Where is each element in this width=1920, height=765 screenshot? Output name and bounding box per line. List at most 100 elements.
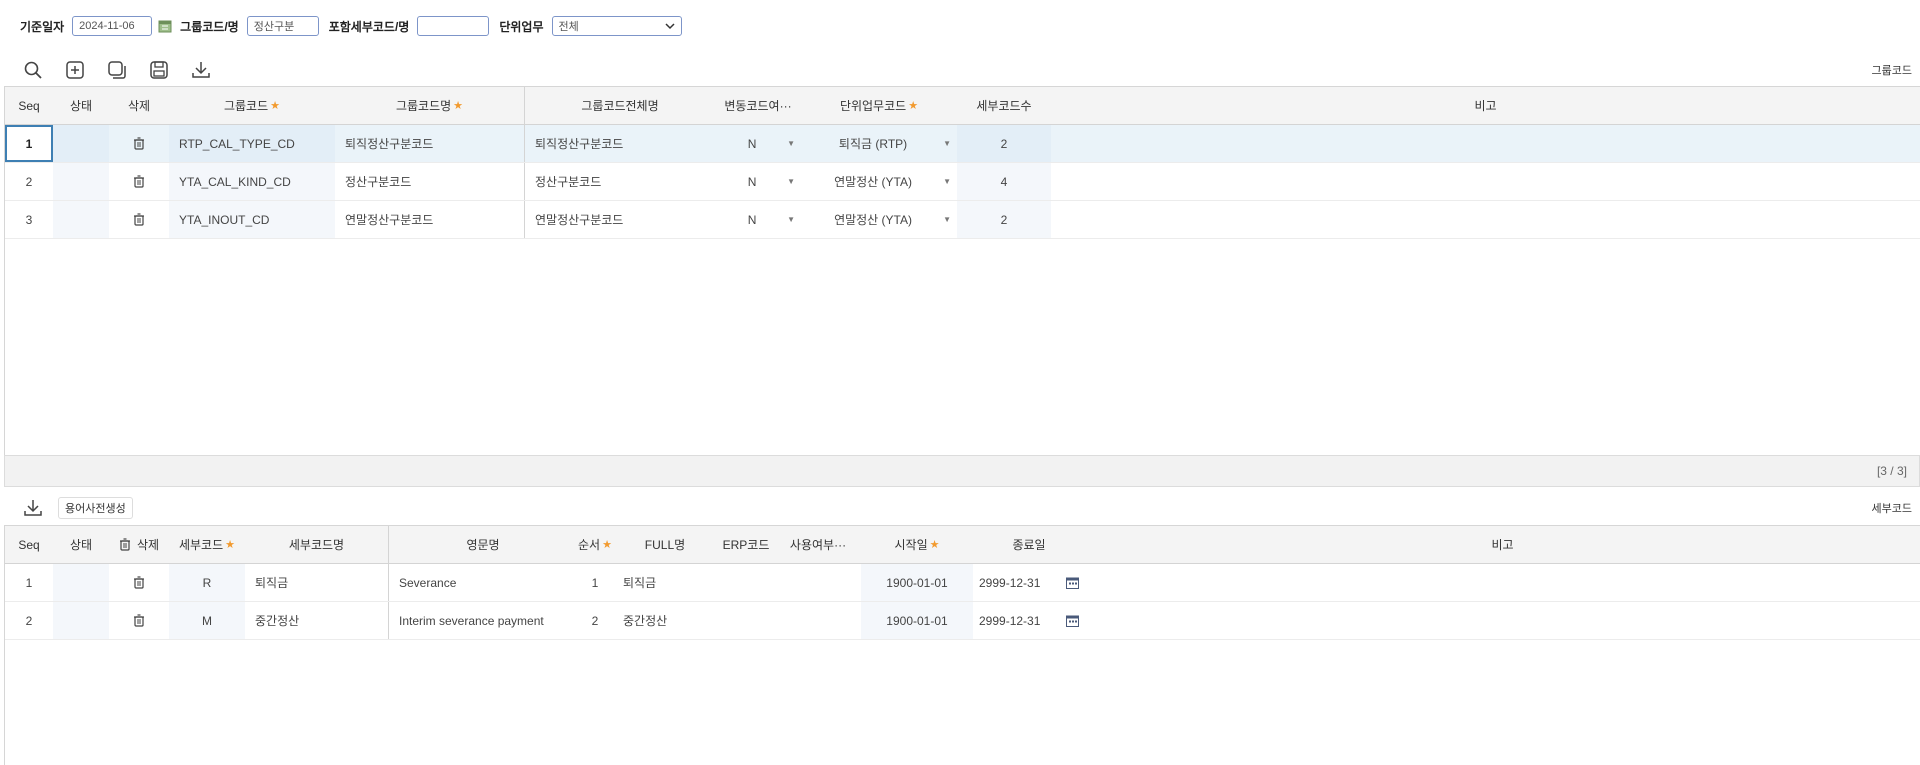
row-seq[interactable]: 1 xyxy=(5,125,53,162)
row-english-name[interactable]: Interim severance payment xyxy=(389,602,577,639)
create-dictionary-button[interactable]: 용어사전생성 xyxy=(58,497,133,519)
row-change-flag[interactable]: N ▼ xyxy=(715,163,801,200)
row-erp-code[interactable] xyxy=(717,564,775,601)
table-row[interactable]: 2 YTA_CAL_KIND_CD 정산구분코드 정산구분코드 N ▼ 연말정산 … xyxy=(5,163,1920,201)
row-delete[interactable] xyxy=(109,564,169,601)
row-unit-code[interactable]: 연말정산 (YTA) ▼ xyxy=(801,201,957,238)
row-detail-name[interactable]: 퇴직금 xyxy=(245,564,389,601)
calendar-icon[interactable] xyxy=(158,19,172,33)
required-star-icon: ★ xyxy=(453,100,464,112)
col-erp-code[interactable]: ERP코드 xyxy=(717,526,775,563)
table-row[interactable]: 2 M 중간정산 Interim severance payment 2 중간정… xyxy=(5,602,1920,640)
col-order[interactable]: 순서 ★ xyxy=(577,526,613,563)
col-detail-name[interactable]: 세부코드명 xyxy=(245,526,389,563)
row-detail-code[interactable]: M xyxy=(169,602,245,639)
row-order[interactable]: 1 xyxy=(577,564,613,601)
row-seq[interactable]: 2 xyxy=(5,163,53,200)
col-use-flag[interactable]: 사용여부··· xyxy=(775,526,861,563)
row-seq[interactable]: 3 xyxy=(5,201,53,238)
row-seq[interactable]: 2 xyxy=(5,602,53,639)
row-group-full-name[interactable]: 정산구분코드 xyxy=(525,163,715,200)
col-remark[interactable]: 비고 xyxy=(1051,87,1920,124)
calendar-icon[interactable] xyxy=(1066,577,1079,589)
row-group-name[interactable]: 연말정산구분코드 xyxy=(335,201,525,238)
row-group-name[interactable]: 정산구분코드 xyxy=(335,163,525,200)
row-change-flag[interactable]: N ▼ xyxy=(715,125,801,162)
calendar-icon[interactable] xyxy=(1066,615,1079,627)
add-icon[interactable] xyxy=(62,57,88,83)
row-group-code[interactable]: RTP_CAL_TYPE_CD xyxy=(169,125,335,162)
row-end-date[interactable]: 2999-12-31 xyxy=(973,564,1085,601)
download-icon[interactable] xyxy=(20,495,46,521)
table-row[interactable]: 1 R 퇴직금 Severance 1 퇴직금 1900-01-01 2999-… xyxy=(5,564,1920,602)
row-group-full-name[interactable]: 연말정산구분코드 xyxy=(525,201,715,238)
row-end-date[interactable]: 2999-12-31 xyxy=(973,602,1085,639)
col-delete[interactable]: 삭제 xyxy=(109,526,169,563)
row-unit-code[interactable]: 연말정산 (YTA) ▼ xyxy=(801,163,957,200)
row-delete[interactable] xyxy=(109,602,169,639)
row-group-code[interactable]: YTA_CAL_KIND_CD xyxy=(169,163,335,200)
row-english-name[interactable]: Severance xyxy=(389,564,577,601)
row-start-date[interactable]: 1900-01-01 xyxy=(861,564,973,601)
col-unit-code[interactable]: 단위업무코드 ★ xyxy=(801,87,957,124)
row-unit-code[interactable]: 퇴직금 (RTP) ▼ xyxy=(801,125,957,162)
row-detail-code[interactable]: R xyxy=(169,564,245,601)
row-change-flag[interactable]: N ▼ xyxy=(715,201,801,238)
search-icon[interactable] xyxy=(20,57,46,83)
detail-code-input[interactable] xyxy=(417,16,490,36)
table-row[interactable]: 3 YTA_INOUT_CD 연말정산구분코드 연말정산구분코드 N ▼ 연말정산… xyxy=(5,201,1920,239)
row-detail-name[interactable]: 중간정산 xyxy=(245,602,389,639)
col-group-full-name[interactable]: 그룹코드전체명 xyxy=(525,87,715,124)
col-status[interactable]: 상태 xyxy=(53,526,109,563)
row-group-name[interactable]: 퇴직정산구분코드 xyxy=(335,125,525,162)
col-change-flag[interactable]: 변동코드여··· xyxy=(715,87,801,124)
row-full-name[interactable]: 중간정산 xyxy=(613,602,717,639)
col-remark[interactable]: 비고 xyxy=(1085,526,1920,563)
trash-icon[interactable] xyxy=(133,175,145,188)
trash-icon[interactable] xyxy=(133,614,145,627)
save-icon[interactable] xyxy=(146,57,172,83)
trash-icon[interactable] xyxy=(133,213,145,226)
row-delete[interactable] xyxy=(109,201,169,238)
row-use-flag[interactable] xyxy=(775,564,861,601)
trash-icon[interactable] xyxy=(133,576,145,589)
col-start-date[interactable]: 시작일 ★ xyxy=(861,526,973,563)
row-remark[interactable] xyxy=(1085,564,1920,601)
row-remark[interactable] xyxy=(1051,163,1920,200)
table-row[interactable]: 1 RTP_CAL_TYPE_CD 퇴직정산구분코드 퇴직정산구분코드 N ▼ 퇴… xyxy=(5,125,1920,163)
row-use-flag[interactable] xyxy=(775,602,861,639)
col-group-name[interactable]: 그룹코드명 ★ xyxy=(335,87,525,124)
col-detail-code[interactable]: 세부코드 ★ xyxy=(169,526,245,563)
col-seq[interactable]: Seq xyxy=(5,87,53,124)
download-icon[interactable] xyxy=(188,57,214,83)
unit-task-select[interactable]: 전체 xyxy=(551,16,682,36)
row-order[interactable]: 2 xyxy=(577,602,613,639)
col-status[interactable]: 상태 xyxy=(53,87,109,124)
group-code-input[interactable]: 정산구분 xyxy=(246,16,319,36)
col-delete[interactable]: 삭제 xyxy=(109,87,169,124)
row-remark[interactable] xyxy=(1051,125,1920,162)
row-delete[interactable] xyxy=(109,163,169,200)
row-erp-code[interactable] xyxy=(717,602,775,639)
row-group-code[interactable]: YTA_INOUT_CD xyxy=(169,201,335,238)
row-remark[interactable] xyxy=(1085,602,1920,639)
row-seq[interactable]: 1 xyxy=(5,564,53,601)
col-detail-count[interactable]: 세부코드수 xyxy=(957,87,1051,124)
trash-icon[interactable] xyxy=(119,538,131,551)
col-full-name[interactable]: FULL명 xyxy=(613,526,717,563)
detail-code-grid: Seq 상태 삭제 세부코드 ★ 세부코드명 영문명 순서 ★ FULL명 ERP코… xyxy=(4,525,1920,765)
col-group-code[interactable]: 그룹코드 ★ xyxy=(169,87,335,124)
col-seq[interactable]: Seq xyxy=(5,526,53,563)
row-remark[interactable] xyxy=(1051,201,1920,238)
base-date-input[interactable]: 2024-11-06 xyxy=(72,16,153,36)
col-english-name[interactable]: 영문명 xyxy=(389,526,577,563)
col-end-date[interactable]: 종료일 xyxy=(973,526,1085,563)
copy-icon[interactable] xyxy=(104,57,130,83)
row-full-name[interactable]: 퇴직금 xyxy=(613,564,717,601)
trash-icon[interactable] xyxy=(133,137,145,150)
row-delete[interactable] xyxy=(109,125,169,162)
row-group-full-name[interactable]: 퇴직정산구분코드 xyxy=(525,125,715,162)
search-bar: 기준일자 2024-11-06 그룹코드/명 정산구분 포함세부코드/명 단위업… xyxy=(0,0,1920,52)
row-start-date[interactable]: 1900-01-01 xyxy=(861,602,973,639)
row-status xyxy=(53,602,109,639)
